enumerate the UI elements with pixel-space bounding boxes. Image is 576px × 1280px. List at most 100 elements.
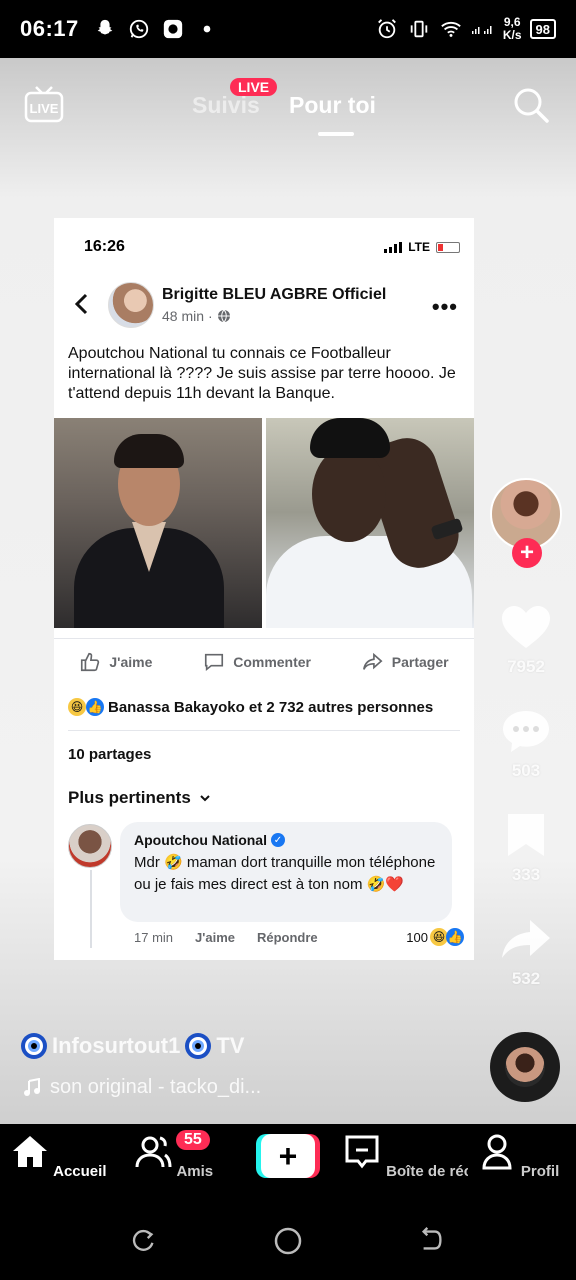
- active-tab-indicator: [318, 132, 354, 136]
- recent-apps-icon[interactable]: [130, 1226, 160, 1256]
- more-options-icon: •••: [431, 294, 458, 319]
- back-arrow-icon: [72, 292, 92, 316]
- like-reaction-icon: 👍: [446, 928, 464, 946]
- reactions-text: Banassa Bakayoko et 2 732 autres personn…: [108, 698, 434, 716]
- nav-friends[interactable]: Amis: [113, 1132, 233, 1180]
- save-count: 333: [511, 865, 541, 884]
- share-label: Partager: [391, 653, 449, 670]
- sound-disc-avatar: [505, 1047, 545, 1087]
- tab-for-you[interactable]: Pour toi: [289, 92, 376, 119]
- comment-bubble: Apoutchou National ✓ Mdr 🤣 maman dort tr…: [120, 822, 452, 922]
- like-action: J'aime: [79, 651, 152, 673]
- net-speed: 9,6 K/s: [503, 16, 522, 42]
- post-time: 48 min ·: [162, 308, 231, 324]
- comment-text: Mdr 🤣 maman dort tranquille mon téléphon…: [134, 854, 436, 893]
- post-time-text: 48 min: [162, 308, 205, 324]
- like-count: 7952: [507, 657, 545, 676]
- reactions-summary: 😆 👍 Banassa Bakayoko et 2 732 autres per…: [68, 698, 433, 716]
- system-nav-bar: [0, 1210, 576, 1280]
- comment-sort-label: Plus pertinents: [68, 788, 191, 807]
- thread-line: [90, 870, 92, 948]
- nav-profile-label: Profil: [520, 1163, 560, 1180]
- bottom-nav: Accueil Amis 55 + Boîte de récepti Profi…: [0, 1124, 576, 1210]
- post-photos: [54, 418, 474, 628]
- phone-signal-icon: [384, 241, 403, 253]
- home-icon: [12, 1136, 47, 1167]
- comment-reaction-number: 100: [406, 929, 428, 945]
- battery-indicator: 98: [529, 19, 556, 39]
- author-avatar: [108, 282, 154, 328]
- search-icon[interactable]: [512, 86, 550, 124]
- video-author-name: Infosurtout1: [52, 1033, 181, 1058]
- profile-icon: [482, 1134, 512, 1170]
- save-button[interactable]: 333: [476, 812, 576, 885]
- status-time: 06:17: [20, 16, 79, 41]
- comment-icon: [205, 653, 224, 671]
- nazar-eye-icon: [21, 1033, 47, 1059]
- comment-count: 503: [511, 761, 541, 780]
- comment-sort: Plus pertinents: [68, 788, 211, 808]
- phone-battery-icon: [436, 241, 460, 253]
- video-feed[interactable]: LIVE Suivis LIVE Pour toi 16:26 LTE Brig…: [0, 58, 576, 1124]
- net-speed-unit: K/s: [502, 28, 522, 42]
- sound-disc[interactable]: [490, 1032, 560, 1102]
- phone-network: LTE: [408, 240, 430, 254]
- comment-reaction-count: 100 😆 👍: [406, 928, 464, 946]
- nav-home-label: Accueil: [53, 1163, 107, 1180]
- music-note-icon: [24, 1077, 40, 1096]
- comment-label: Commenter: [233, 653, 311, 670]
- wifi-icon: [439, 17, 463, 41]
- comment-like: J'aime: [195, 929, 235, 945]
- post-text: Apoutchou National tu connais ce Footbal…: [68, 345, 456, 402]
- share-count: 532: [511, 969, 541, 988]
- sound-info[interactable]: son original - tacko_di...: [22, 1076, 261, 1099]
- share-action: Partager: [362, 651, 449, 673]
- back-system-icon[interactable]: [418, 1226, 448, 1256]
- svg-text:LIVE: LIVE: [30, 101, 59, 116]
- create-button[interactable]: +: [256, 1134, 320, 1178]
- live-badge: LIVE: [230, 78, 278, 96]
- nav-home[interactable]: Accueil: [0, 1132, 118, 1180]
- video-author[interactable]: Infosurtout1 TV: [20, 1032, 244, 1060]
- comment-meta: 17 min J'aime Répondre 100 😆 👍: [134, 928, 464, 946]
- friends-icon: [135, 1136, 172, 1168]
- comment-time: 17 min: [134, 929, 174, 945]
- status-bar: 06:17 9,6 K/s 98: [0, 0, 576, 58]
- follow-plus-button[interactable]: +: [512, 538, 542, 568]
- share-button[interactable]: 532: [476, 916, 576, 989]
- post-header: Brigitte BLEU AGBRE Officiel 48 min · ••…: [54, 278, 474, 338]
- haha-reaction-icon: 😆: [68, 698, 86, 716]
- bookmark-icon: [508, 814, 544, 856]
- chevron-down-icon: [200, 795, 210, 802]
- plus-icon: +: [261, 1134, 315, 1178]
- signal-icon: [471, 17, 495, 41]
- nav-inbox-label: Boîte de récepti: [386, 1163, 468, 1180]
- top-nav: LIVE Suivis LIVE Pour toi: [0, 58, 576, 158]
- tab-following[interactable]: Suivis: [192, 92, 260, 119]
- shares-count: 10 partages: [68, 746, 152, 763]
- comment-button[interactable]: 503: [476, 708, 576, 781]
- facebook-post-screenshot: 16:26 LTE Brigitte BLEU AGBRE Officiel 4…: [54, 218, 474, 960]
- live-tv-icon[interactable]: LIVE: [24, 84, 64, 124]
- comment-reply: Répondre: [256, 929, 318, 945]
- notification-icons: [93, 17, 219, 41]
- verified-badge-icon: ✓: [271, 833, 285, 847]
- nav-inbox[interactable]: Boîte de récepti: [342, 1132, 468, 1180]
- post-author: Brigitte BLEU AGBRE Officiel: [162, 286, 387, 303]
- home-system-icon[interactable]: [273, 1226, 303, 1256]
- nav-friends-label: Amis: [176, 1163, 214, 1180]
- app-notification-icon: [161, 17, 185, 41]
- nav-profile[interactable]: Profil: [458, 1132, 576, 1180]
- sound-name: son original - tacko_di...: [50, 1076, 262, 1098]
- video-author-suffix: TV: [216, 1033, 245, 1058]
- net-speed-value: 9,6: [503, 15, 521, 29]
- snapchat-icon: [93, 17, 117, 41]
- vibrate-icon: [407, 17, 431, 41]
- post-actions: J'aime Commenter Partager: [54, 638, 474, 684]
- comment-bubble-icon: [503, 711, 549, 752]
- like-button[interactable]: 7952: [476, 604, 576, 677]
- share-arrow-icon: [362, 652, 383, 670]
- phone-time: 16:26: [84, 238, 125, 255]
- dot-icon: [195, 17, 219, 41]
- comment-author-name: Apoutchou National: [134, 832, 267, 848]
